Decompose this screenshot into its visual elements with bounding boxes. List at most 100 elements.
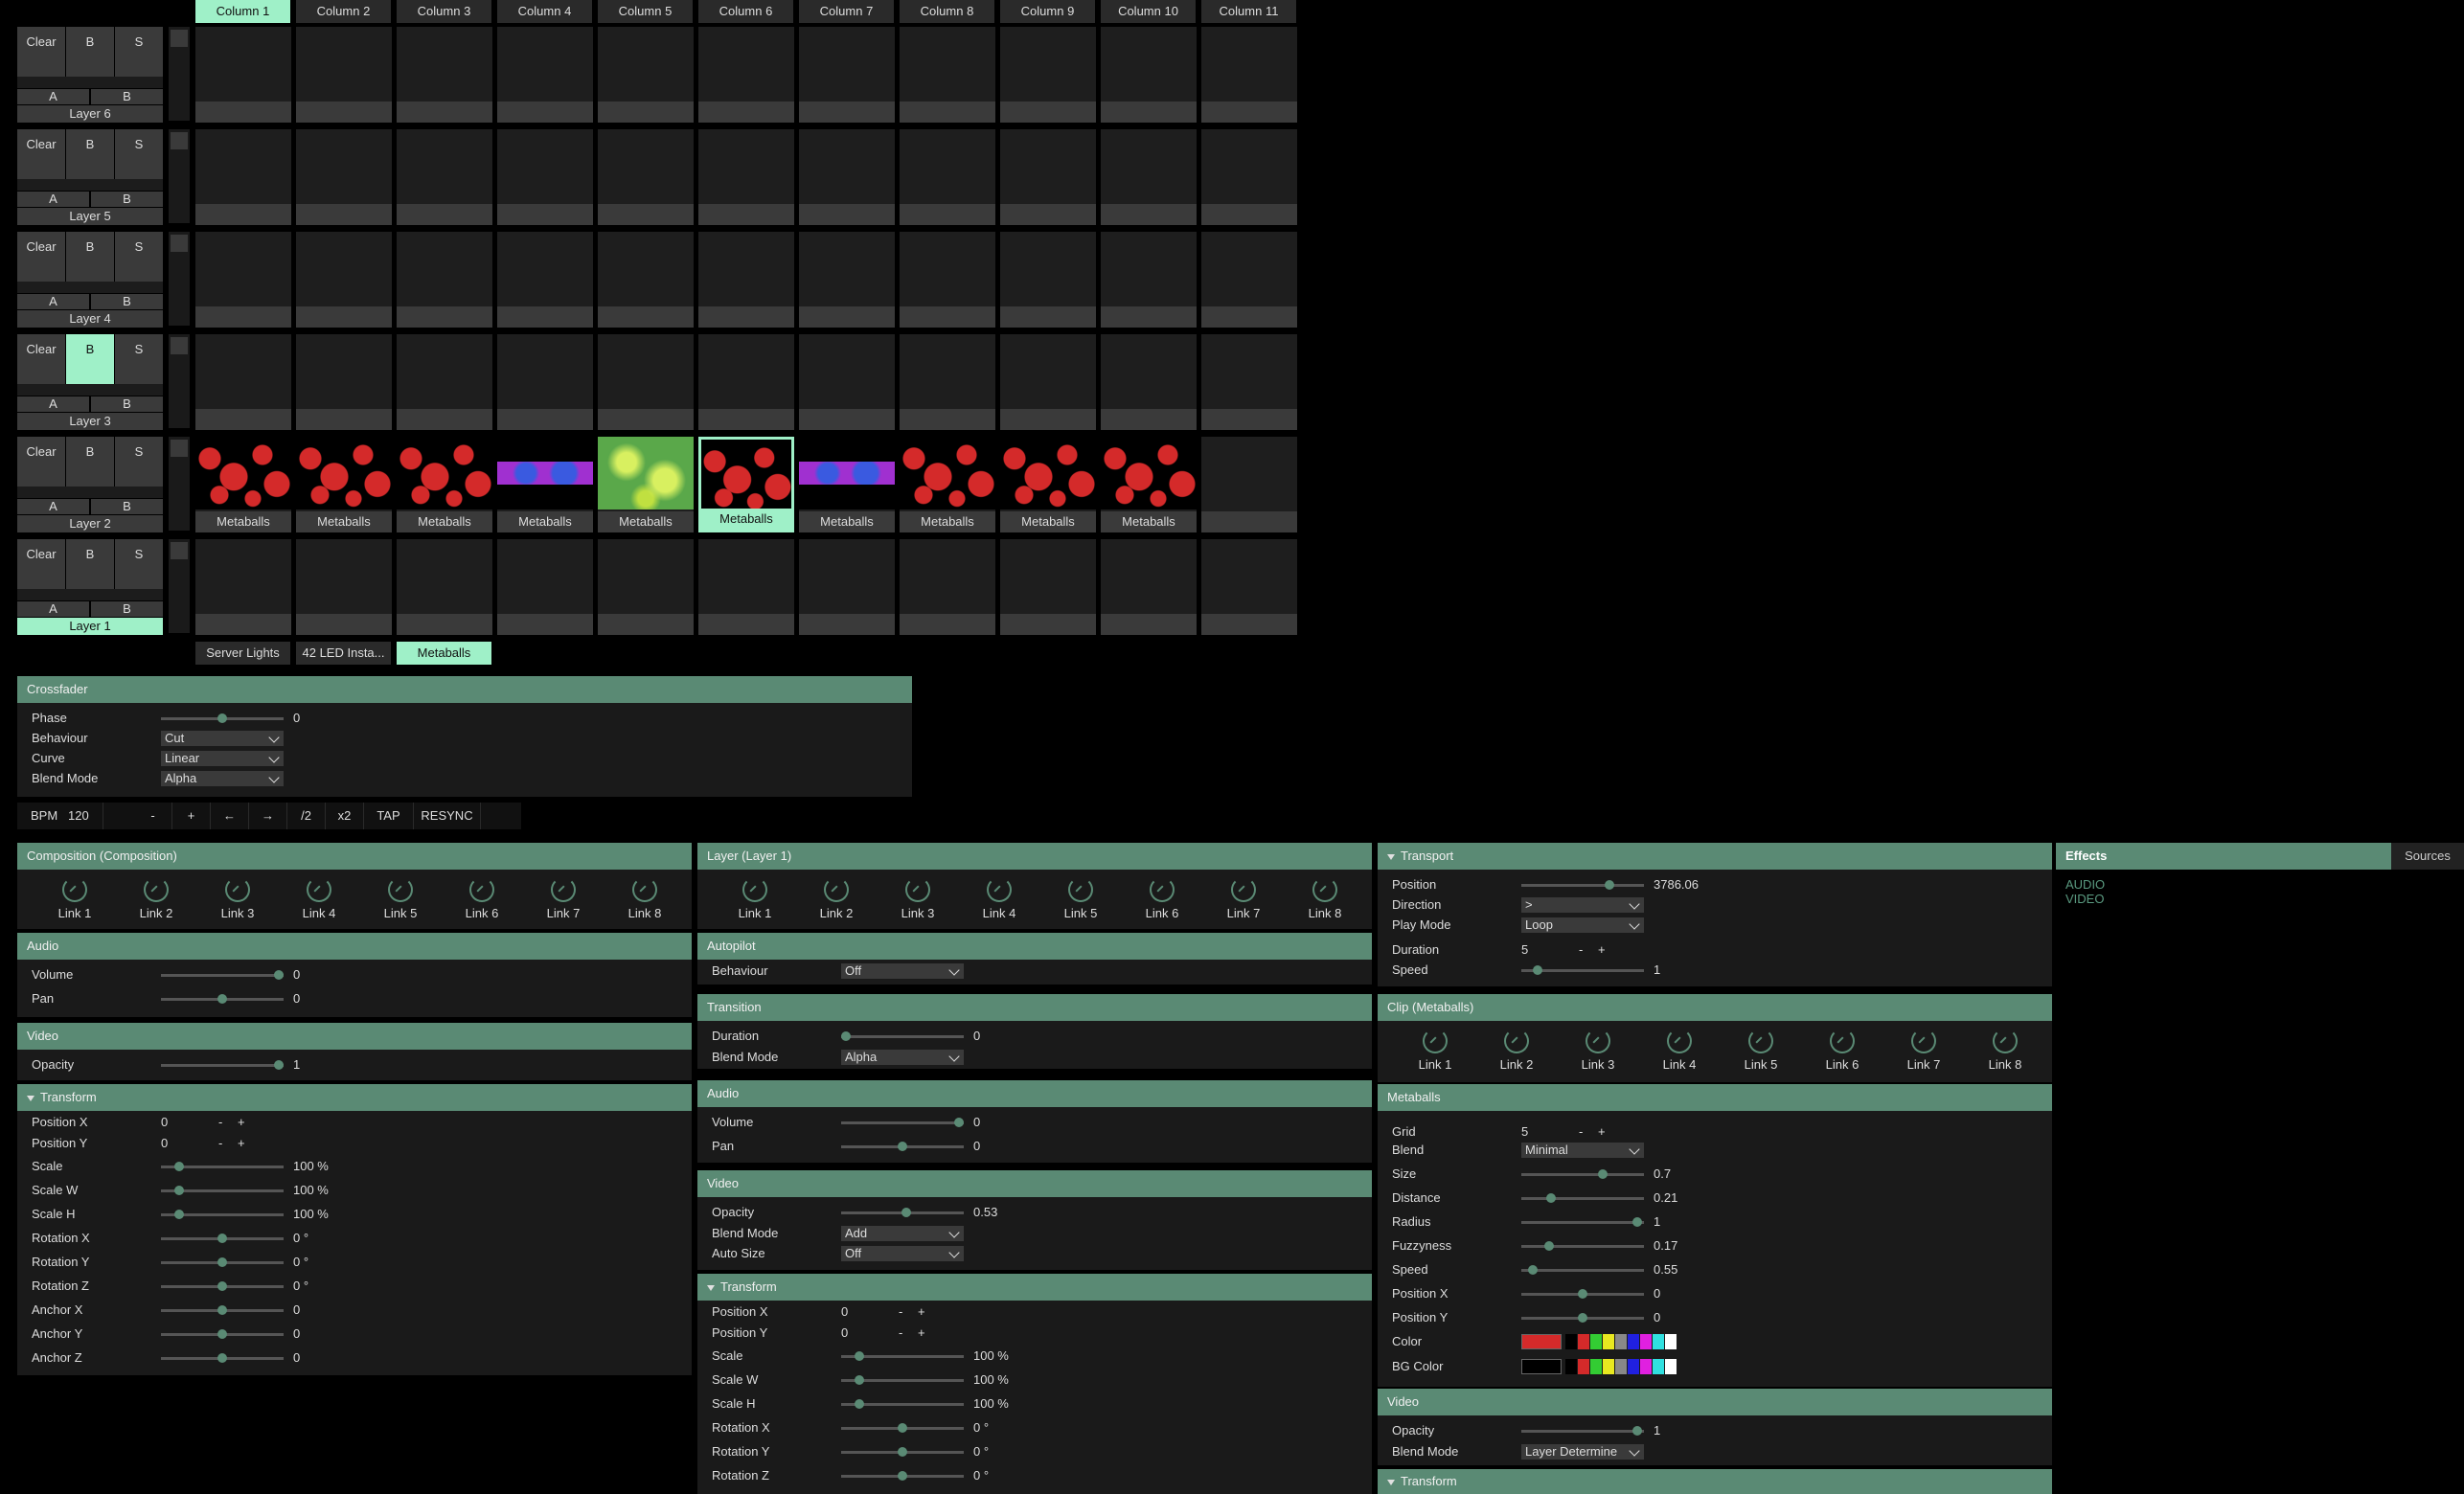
layer-solo-button[interactable]: S <box>115 129 163 179</box>
deck-tab[interactable]: Server Lights <box>195 642 290 665</box>
link-dial-icon[interactable] <box>1150 877 1175 902</box>
empty-clip-slot[interactable] <box>1201 539 1297 635</box>
link-dial-icon[interactable] <box>905 877 930 902</box>
column-header-10[interactable]: Column 10 <box>1101 0 1196 23</box>
effects-category[interactable]: VIDEO <box>2065 892 2104 906</box>
layer-crossfade-b-button[interactable]: B <box>91 601 163 617</box>
layer-crossfade-b-button[interactable]: B <box>91 499 163 514</box>
empty-clip-slot[interactable] <box>497 27 593 123</box>
layer-crossfade-b-button[interactable]: B <box>91 396 163 412</box>
empty-clip-slot[interactable] <box>195 129 291 225</box>
link-dial-icon[interactable] <box>1504 1029 1529 1053</box>
empty-clip-slot[interactable] <box>598 129 694 225</box>
layer-name[interactable]: Layer 2 <box>17 515 163 532</box>
palette-swatch[interactable] <box>1653 1359 1664 1374</box>
palette-swatch[interactable] <box>1590 1359 1602 1374</box>
composition-row-slider[interactable] <box>161 1305 284 1315</box>
empty-clip-slot[interactable] <box>1101 334 1197 430</box>
phase-slider[interactable] <box>161 713 284 723</box>
current-color-swatch[interactable] <box>1521 1334 1562 1349</box>
column-header-2[interactable]: Column 2 <box>296 0 391 23</box>
transport-position-slider[interactable] <box>1521 880 1644 890</box>
transport-playmode-dropdown[interactable]: Loop <box>1521 917 1644 933</box>
composition-link-3[interactable]: Link 3 <box>197 872 278 920</box>
layer-link-5[interactable]: Link 5 <box>1040 872 1121 920</box>
layer-volume-slider[interactable] <box>841 1118 964 1127</box>
empty-clip-slot[interactable] <box>195 539 291 635</box>
layer-crossfade-b-button[interactable]: B <box>91 192 163 207</box>
effects-category[interactable]: AUDIO <box>2065 877 2105 892</box>
layer-clear-button[interactable]: Clear <box>17 334 65 384</box>
column-header-3[interactable]: Column 3 <box>397 0 491 23</box>
bpm-plus-button[interactable]: + <box>172 803 211 829</box>
composition-link-5[interactable]: Link 5 <box>360 872 441 920</box>
layer-bypass-button[interactable]: B <box>66 27 114 77</box>
clip-slot[interactable]: Metaballs <box>698 437 794 532</box>
empty-clip-slot[interactable] <box>1000 334 1096 430</box>
link-dial-icon[interactable] <box>307 877 331 902</box>
bpm-half-button[interactable]: /2 <box>287 803 326 829</box>
layer-bypass-button[interactable]: B <box>66 334 114 384</box>
empty-clip-slot[interactable] <box>1101 539 1197 635</box>
link-dial-icon[interactable] <box>632 877 657 902</box>
column-header-6[interactable]: Column 6 <box>698 0 793 23</box>
empty-clip-slot[interactable] <box>1101 129 1197 225</box>
composition-row-slider[interactable] <box>161 1281 284 1291</box>
clip-link-7[interactable]: Link 7 <box>1883 1023 1964 1072</box>
empty-clip-slot[interactable] <box>598 27 694 123</box>
posx-minus-button[interactable]: - <box>218 1113 222 1132</box>
clip-slot[interactable]: Metaballs <box>900 437 995 532</box>
palette-swatch[interactable] <box>1603 1359 1614 1374</box>
collapse-triangle-icon[interactable] <box>1387 1479 1395 1485</box>
metaballs-blend-dropdown[interactable]: Minimal <box>1521 1143 1644 1158</box>
empty-clip-slot[interactable] <box>698 539 794 635</box>
composition-pan-slider[interactable] <box>161 994 284 1004</box>
column-header-1[interactable]: Column 1 <box>195 0 290 23</box>
layer-posy-value[interactable]: 0 <box>841 1324 848 1343</box>
palette-swatch[interactable] <box>1665 1334 1677 1349</box>
composition-link-6[interactable]: Link 6 <box>442 872 522 920</box>
link-dial-icon[interactable] <box>388 877 413 902</box>
composition-link-4[interactable]: Link 4 <box>279 872 359 920</box>
empty-clip-slot[interactable] <box>397 334 492 430</box>
layer-preview-toggle[interactable] <box>171 132 188 149</box>
empty-clip-slot[interactable] <box>1201 232 1297 328</box>
composition-opacity-slider[interactable] <box>161 1060 284 1070</box>
column-header-8[interactable]: Column 8 <box>900 0 994 23</box>
layer-row-slider[interactable] <box>841 1471 964 1481</box>
empty-clip-slot[interactable] <box>698 232 794 328</box>
deck-tab[interactable]: 42 LED Insta... <box>296 642 391 665</box>
layer-posx-minus-button[interactable]: - <box>899 1302 902 1322</box>
current-color-swatch[interactable] <box>1521 1359 1562 1374</box>
composition-row-slider[interactable] <box>161 1329 284 1339</box>
transition-blend-dropdown[interactable]: Alpha <box>841 1050 964 1065</box>
layer-bypass-button[interactable]: B <box>66 232 114 282</box>
layer-bypass-button[interactable]: B <box>66 539 114 589</box>
layer-transform-title[interactable]: Transform <box>697 1274 1372 1301</box>
grid-minus-button[interactable]: - <box>1579 1122 1583 1142</box>
transport-direction-dropdown[interactable]: > <box>1521 897 1644 913</box>
composition-row-slider[interactable] <box>161 1257 284 1267</box>
link-dial-icon[interactable] <box>742 877 767 902</box>
palette-swatch[interactable] <box>1565 1359 1577 1374</box>
empty-clip-slot[interactable] <box>195 334 291 430</box>
layer-master-slider[interactable] <box>169 129 190 223</box>
metaballs-row-slider[interactable] <box>1521 1193 1644 1203</box>
empty-clip-slot[interactable] <box>698 334 794 430</box>
resync-button[interactable]: RESYNC <box>414 803 481 829</box>
layer-fader[interactable] <box>17 589 163 600</box>
empty-clip-slot[interactable] <box>1101 27 1197 123</box>
empty-clip-slot[interactable] <box>1000 232 1096 328</box>
nudge-right-button[interactable]: → <box>249 803 287 829</box>
column-header-11[interactable]: Column 11 <box>1201 0 1296 23</box>
empty-clip-slot[interactable] <box>799 539 895 635</box>
layer-clear-button[interactable]: Clear <box>17 129 65 179</box>
link-dial-icon[interactable] <box>1830 1029 1855 1053</box>
metaballs-row-slider[interactable] <box>1521 1169 1644 1179</box>
clip-link-1[interactable]: Link 1 <box>1395 1023 1475 1072</box>
layer-crossfade-b-button[interactable]: B <box>91 89 163 104</box>
posx-plus-button[interactable]: + <box>238 1113 245 1132</box>
link-dial-icon[interactable] <box>1068 877 1093 902</box>
layer-master-slider[interactable] <box>169 27 190 121</box>
empty-clip-slot[interactable] <box>1000 539 1096 635</box>
